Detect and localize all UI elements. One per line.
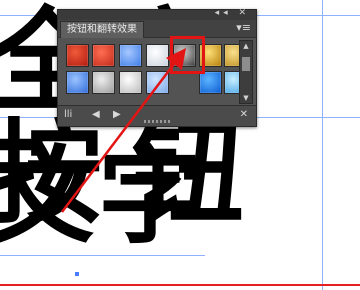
delete-icon[interactable]: ✕ [240,109,248,121]
swatch-blue-soft[interactable] [119,44,142,67]
panel-title-bar[interactable]: ◂◂ ✕ [58,8,256,20]
next-icon[interactable]: ▶ [113,109,121,121]
tab-buttons-rollovers[interactable]: 按钮和翻转效果 [60,21,144,38]
selected-swatch-frame [170,36,205,74]
scroll-down-icon[interactable]: ▼ [240,93,252,103]
swatch-orange-red-glow[interactable] [92,44,115,67]
swatch-red-glow[interactable] [66,44,89,67]
swatch-blue-gloss[interactable] [66,71,89,94]
panel-bottom-bar: lli ◀ ▶ ✕ [58,105,256,126]
swatch-grid [62,40,247,102]
anchor-point[interactable] [75,272,79,276]
swatch-bright-blue[interactable] [199,71,222,94]
menu-icon[interactable]: ▾≡ [236,21,251,34]
red-baseline [0,284,360,286]
prev-icon[interactable]: ◀ [92,109,100,121]
big-text-line2: 文字 [0,136,207,258]
swatch-light-blue[interactable] [146,71,169,94]
buttons-rollovers-panel: ◂◂ ✕ 按钮和翻转效果 ▾≡ ▲ ▼ lli ◀ ▶ ✕ [57,8,257,127]
document-canvas: 全部按钮 文字 ◂◂ ✕ 按钮和翻转效果 ▾≡ ▲ ▼ lli ◀ ▶ ✕ [0,0,360,290]
panel-window-buttons[interactable]: ◂◂ ✕ [215,8,250,18]
swatch-silver-bright[interactable] [119,71,142,94]
scroll-thumb[interactable] [242,57,250,71]
swatch-gray-silver[interactable] [92,71,115,94]
library-icon[interactable]: lli [64,109,72,121]
swatch-white-soft[interactable] [146,44,169,67]
scrollbar[interactable]: ▲ ▼ [239,40,253,104]
scroll-up-icon[interactable]: ▲ [240,41,252,51]
panel-tab-row: 按钮和翻转效果 ▾≡ [58,20,256,38]
resize-grip[interactable] [144,120,170,123]
